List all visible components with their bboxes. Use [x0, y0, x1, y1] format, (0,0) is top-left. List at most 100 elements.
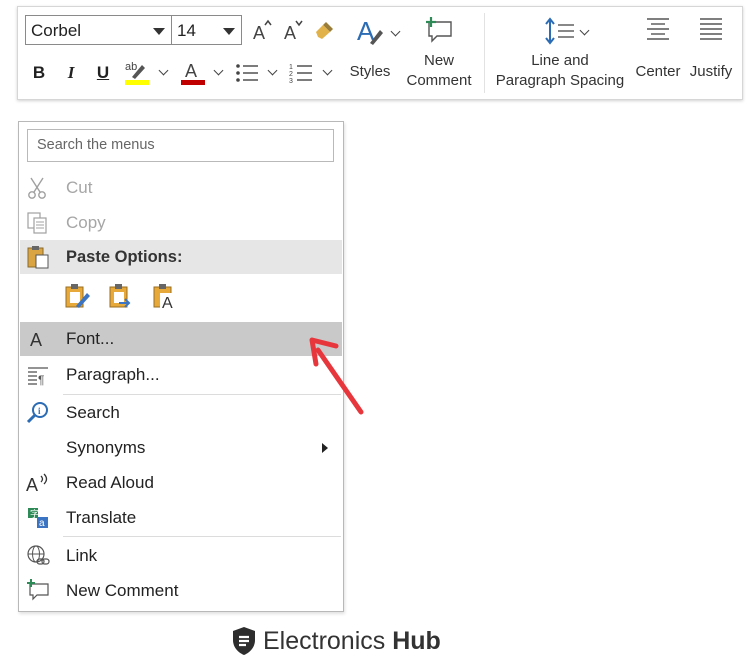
svg-text:A: A — [162, 295, 173, 310]
numbering-icon: 1 2 3 — [289, 64, 312, 85]
font-icon: A — [30, 330, 42, 350]
chevron-down-icon[interactable] — [267, 65, 278, 76]
translate-icon: 字 a — [28, 508, 48, 529]
menu-search-input[interactable]: Search the menus — [27, 129, 334, 162]
menu-item-label: New Comment — [66, 581, 179, 600]
italic-label: I — [67, 63, 75, 82]
chevron-down-icon[interactable] — [223, 28, 235, 35]
menu-item-paste-options: Paste Options: — [20, 240, 342, 274]
svg-text:A: A — [26, 475, 38, 495]
justify-button[interactable] — [695, 15, 727, 45]
bullets-icon — [236, 64, 258, 82]
numbering-button[interactable]: 1 2 3 — [286, 59, 316, 87]
menu-search-placeholder: Search the menus — [37, 137, 155, 153]
svg-text:2: 2 — [289, 71, 293, 78]
menu-item-label: Copy — [66, 213, 106, 232]
center-button[interactable] — [642, 15, 674, 45]
menu-item-font[interactable]: A Font... — [20, 322, 342, 356]
menu-item-label: Search — [66, 403, 120, 422]
svg-text:i: i — [38, 406, 41, 416]
paste-merge-formatting-icon[interactable] — [107, 282, 135, 310]
chevron-down-icon[interactable] — [213, 65, 224, 76]
menu-item-read-aloud[interactable]: A Read Aloud — [20, 466, 342, 500]
line-spacing-button[interactable] — [543, 16, 577, 46]
bold-label: B — [32, 63, 46, 82]
chevron-down-icon[interactable] — [322, 65, 333, 76]
svg-text:A: A — [284, 23, 296, 42]
menu-item-label: Font... — [66, 329, 115, 348]
font-size-value: 14 — [177, 21, 196, 40]
chevron-down-icon[interactable] — [158, 65, 169, 76]
paste-keep-formatting-icon[interactable] — [63, 282, 91, 310]
grow-font-icon: A — [253, 19, 272, 42]
menu-item-label: Paragraph... — [66, 365, 160, 384]
underline-label: U — [96, 63, 110, 82]
italic-button[interactable]: I — [58, 59, 84, 87]
svg-text:A: A — [253, 23, 265, 42]
scissors-icon — [28, 177, 46, 199]
menu-item-cut[interactable]: Cut — [20, 171, 342, 205]
menu-item-label: Link — [66, 546, 98, 565]
menu-item-synonyms[interactable]: Synonyms — [20, 431, 342, 465]
highlight-button[interactable]: ab — [122, 57, 152, 89]
menu-item-translate[interactable]: 字 a Translate — [20, 501, 342, 535]
shrink-font-button[interactable]: A — [278, 16, 308, 44]
submenu-arrow-icon — [322, 443, 328, 453]
styles-label: Styles — [349, 63, 391, 80]
menu-item-copy[interactable]: Copy — [20, 206, 342, 240]
menu-item-new-comment[interactable]: New Comment — [20, 574, 342, 608]
brand-name-light: Electronics — [263, 626, 386, 655]
grow-font-button[interactable]: A — [247, 16, 277, 44]
svg-text:3: 3 — [289, 78, 293, 85]
bold-button[interactable]: B — [26, 59, 52, 87]
menu-divider — [63, 536, 341, 537]
annotation-arrow-icon — [309, 337, 364, 415]
toolbar-separator — [484, 13, 485, 93]
format-painter-button[interactable] — [310, 16, 340, 44]
svg-text:A: A — [185, 61, 197, 81]
svg-text:A: A — [30, 330, 42, 350]
brand-logo: Electronics Hub — [231, 624, 441, 658]
styles-icon: A — [357, 16, 383, 46]
search-icon: i — [26, 402, 48, 424]
underline-button[interactable]: U — [90, 59, 116, 87]
bullets-button[interactable] — [232, 59, 262, 87]
chevron-down-icon[interactable] — [579, 25, 590, 36]
link-icon — [27, 545, 50, 565]
new-comment-icon — [426, 17, 452, 43]
line-spacing-label-2: Paragraph Spacing — [495, 72, 625, 89]
font-size-combo[interactable]: 14 — [171, 15, 242, 45]
svg-text:a: a — [39, 518, 45, 529]
chevron-down-icon[interactable] — [390, 26, 401, 37]
read-aloud-icon: A — [26, 473, 48, 495]
menu-item-link[interactable]: Link — [20, 539, 342, 573]
font-color-button[interactable]: A — [178, 57, 208, 89]
context-menu: Search the menus Cut Copy Paste Options: — [18, 121, 344, 612]
brand-name: Electronics Hub — [263, 627, 441, 656]
menu-item-search[interactable]: i Search — [20, 396, 342, 430]
shrink-font-icon: A — [284, 20, 303, 42]
styles-button[interactable]: A — [351, 15, 391, 49]
line-spacing-label-1: Line and — [531, 52, 589, 69]
menu-item-label: Cut — [66, 178, 93, 197]
menu-item-label: Read Aloud — [66, 473, 154, 492]
new-comment-icon — [27, 579, 49, 601]
new-comment-button[interactable] — [421, 15, 457, 45]
highlighter-icon: ab — [125, 61, 149, 85]
new-comment-label-2: Comment — [406, 72, 472, 89]
svg-text:ab: ab — [125, 61, 137, 73]
new-comment-label-1: New — [423, 52, 454, 69]
svg-text:¶: ¶ — [38, 373, 44, 387]
menu-item-paragraph[interactable]: ¶ Paragraph... — [20, 358, 342, 392]
justify-label: Justify — [689, 63, 733, 80]
font-color-icon: A — [181, 61, 205, 85]
align-center-icon — [647, 18, 669, 40]
font-name-combo[interactable]: Corbel — [25, 15, 172, 45]
shield-logo-icon — [233, 627, 255, 655]
copy-icon — [27, 212, 47, 234]
paste-text-only-icon[interactable]: A — [151, 282, 179, 310]
clipboard-icon — [27, 246, 49, 269]
mini-toolbar: Corbel 14 A A B I U ab A 1 2 3 A Styles … — [17, 6, 743, 100]
chevron-down-icon[interactable] — [153, 28, 165, 35]
paragraph-icon: ¶ — [28, 367, 48, 387]
